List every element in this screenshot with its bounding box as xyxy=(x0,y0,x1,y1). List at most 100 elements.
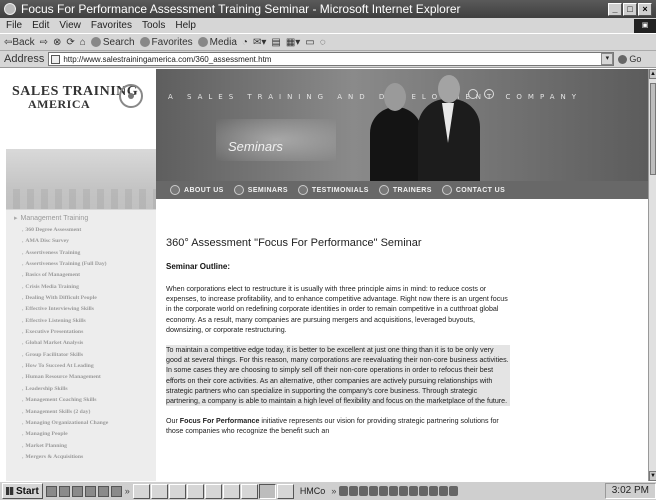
sidebar-item[interactable]: ▪ Basics of Management xyxy=(22,270,156,281)
tray-icon[interactable] xyxy=(339,486,349,496)
sidebar-item[interactable]: ▪ Executive Presentations xyxy=(22,327,156,338)
nav-contact-us[interactable]: CONTACT US xyxy=(441,185,505,195)
ie-launch-icon[interactable] xyxy=(58,485,70,497)
sidebar-item[interactable]: ▪ AMA Disc Survey xyxy=(22,236,156,247)
sidebar-item[interactable]: ▪ Assertiveness Training (Full Day) xyxy=(22,259,156,270)
bullet-icon: ▪ xyxy=(22,318,24,324)
sidebar-item[interactable]: ▪ Global Market Analysis xyxy=(22,338,156,349)
maximize-button[interactable]: □ xyxy=(623,2,637,16)
sidebar-item[interactable]: ▪ Leadership Skills xyxy=(22,384,156,395)
bullet-icon: ▪ xyxy=(22,262,24,268)
sidebar-item[interactable]: ▪ Management Skills (2 day) xyxy=(22,407,156,418)
app-icon[interactable] xyxy=(97,485,109,497)
ie-icon xyxy=(4,3,16,15)
system-clock[interactable]: 3:02 PM xyxy=(604,483,656,499)
history-icon[interactable]: ◔ xyxy=(242,37,248,48)
task-button-active[interactable] xyxy=(258,483,276,499)
favorites-button[interactable]: Favorites xyxy=(139,36,193,48)
vertical-scrollbar[interactable]: ▲ ▼ xyxy=(648,69,656,481)
sidebar-item[interactable]: ▪ 360 Degree Assessment xyxy=(22,225,156,236)
discuss-icon[interactable]: ▭ xyxy=(305,37,314,48)
print-icon[interactable]: ▤ xyxy=(271,37,280,48)
nav-testimonials[interactable]: TESTIMONIALS xyxy=(297,185,369,195)
bullet-icon: ▪ xyxy=(22,364,24,370)
sidebar-item[interactable]: ▪ Management Coaching Skills xyxy=(22,395,156,406)
page-title: 360° Assessment "Focus For Performance" … xyxy=(166,237,422,249)
sidebar-item[interactable]: ▪ Crisis Media Training xyxy=(22,282,156,293)
task-button[interactable] xyxy=(150,483,168,499)
tray-icon[interactable] xyxy=(399,486,409,496)
messenger-icon[interactable]: ◌ xyxy=(320,37,326,48)
sidebar-item[interactable]: ▪ Market Planning xyxy=(22,441,156,452)
stop-icon[interactable]: ⊗ xyxy=(53,37,61,48)
forward-button[interactable]: ⇨ xyxy=(40,37,48,48)
scroll-up-icon[interactable]: ▲ xyxy=(649,69,656,79)
sidebar-title[interactable]: ▸ Management Training xyxy=(6,210,156,225)
desktop-icon[interactable] xyxy=(45,485,57,497)
sidebar-item[interactable]: ▪ Assertiveness Training xyxy=(22,248,156,259)
tray-icon[interactable] xyxy=(409,486,419,496)
task-button[interactable] xyxy=(276,483,294,499)
nav-trainers[interactable]: TRAINERS xyxy=(378,185,432,195)
tray-icon[interactable] xyxy=(419,486,429,496)
sidebar-item[interactable]: ▪ Group Facilitator Skills xyxy=(22,350,156,361)
task-button[interactable] xyxy=(222,483,240,499)
tray-icon[interactable] xyxy=(429,486,439,496)
sidebar-item[interactable]: ▪ Mergers & Acquisitions xyxy=(22,452,156,463)
tray-icon[interactable] xyxy=(389,486,399,496)
sidebar-item[interactable]: ▪ How To Succeed At Leading xyxy=(22,361,156,372)
scroll-down-icon[interactable]: ▼ xyxy=(649,471,656,481)
home-icon[interactable]: ⌂ xyxy=(80,37,86,48)
refresh-icon[interactable]: ⟳ xyxy=(66,37,74,48)
address-dropdown-button[interactable]: ▾ xyxy=(601,53,614,65)
sidebar-item[interactable]: ▪ Managing Organizational Change xyxy=(22,418,156,429)
site-logo[interactable]: SALES TRAINING AMERICA xyxy=(6,69,156,149)
address-input[interactable]: http://www.salestrainingamerica.com/360_… xyxy=(48,52,615,66)
task-button[interactable] xyxy=(204,483,222,499)
menu-edit[interactable]: Edit xyxy=(32,20,49,31)
chevron-icon[interactable]: » xyxy=(125,486,130,496)
go-button[interactable]: Go xyxy=(618,54,641,64)
menu-view[interactable]: View xyxy=(59,20,81,31)
menu-tools[interactable]: Tools xyxy=(142,20,165,31)
taskbar: Start » HMCo » 3:02 PM xyxy=(0,481,656,500)
sidebar-item[interactable]: ▪ Managing People xyxy=(22,429,156,440)
tray-icon[interactable] xyxy=(449,486,459,496)
task-button[interactable] xyxy=(186,483,204,499)
sidebar-item[interactable]: ▪ Human Resource Management xyxy=(22,372,156,383)
tray-icon[interactable] xyxy=(349,486,359,496)
bullet-icon: ▪ xyxy=(22,239,24,245)
favorites-icon xyxy=(139,36,150,47)
sidebar-item[interactable]: ▪ Effective Interviewing Skills xyxy=(22,304,156,315)
explorer-icon[interactable] xyxy=(84,485,96,497)
tray-icon[interactable] xyxy=(359,486,369,496)
edit-icon[interactable]: ▦▾ xyxy=(286,37,300,48)
mail-icon[interactable]: ✉▾ xyxy=(253,37,266,48)
sidebar-item[interactable]: ▪ Dealing With Difficult People xyxy=(22,293,156,304)
nav-seminars[interactable]: SEMINARS xyxy=(233,185,288,195)
sidebar-item[interactable]: ▪ Effective Listening Skills xyxy=(22,316,156,327)
menu-help[interactable]: Help xyxy=(175,20,196,31)
menu-file[interactable]: File xyxy=(6,20,22,31)
chevron-icon[interactable]: » xyxy=(331,486,336,496)
tray-icon[interactable] xyxy=(379,486,389,496)
menu-favorites[interactable]: Favorites xyxy=(91,20,132,31)
nav-bullet-icon xyxy=(297,185,308,195)
hmco-toolbar-label[interactable]: HMCo xyxy=(297,486,329,496)
task-button[interactable] xyxy=(132,483,150,499)
media-button[interactable]: Media xyxy=(197,37,237,48)
outlook-icon[interactable] xyxy=(71,485,83,497)
close-button[interactable]: × xyxy=(638,2,652,16)
search-button[interactable]: Search xyxy=(90,37,135,48)
back-button[interactable]: ⇦Back xyxy=(4,37,35,48)
header-banner: A SALES TRAINING AND DEVELOPMENT COMPANY… xyxy=(156,69,648,181)
media-player-icon[interactable] xyxy=(110,485,122,497)
scrollbar-thumb[interactable] xyxy=(650,83,656,175)
task-button[interactable] xyxy=(168,483,186,499)
tray-icon[interactable] xyxy=(369,486,379,496)
task-button[interactable] xyxy=(240,483,258,499)
nav-about-us[interactable]: ABOUT US xyxy=(170,185,224,195)
tray-icon[interactable] xyxy=(439,486,449,496)
start-button[interactable]: Start xyxy=(2,483,43,499)
minimize-button[interactable]: _ xyxy=(608,2,622,16)
